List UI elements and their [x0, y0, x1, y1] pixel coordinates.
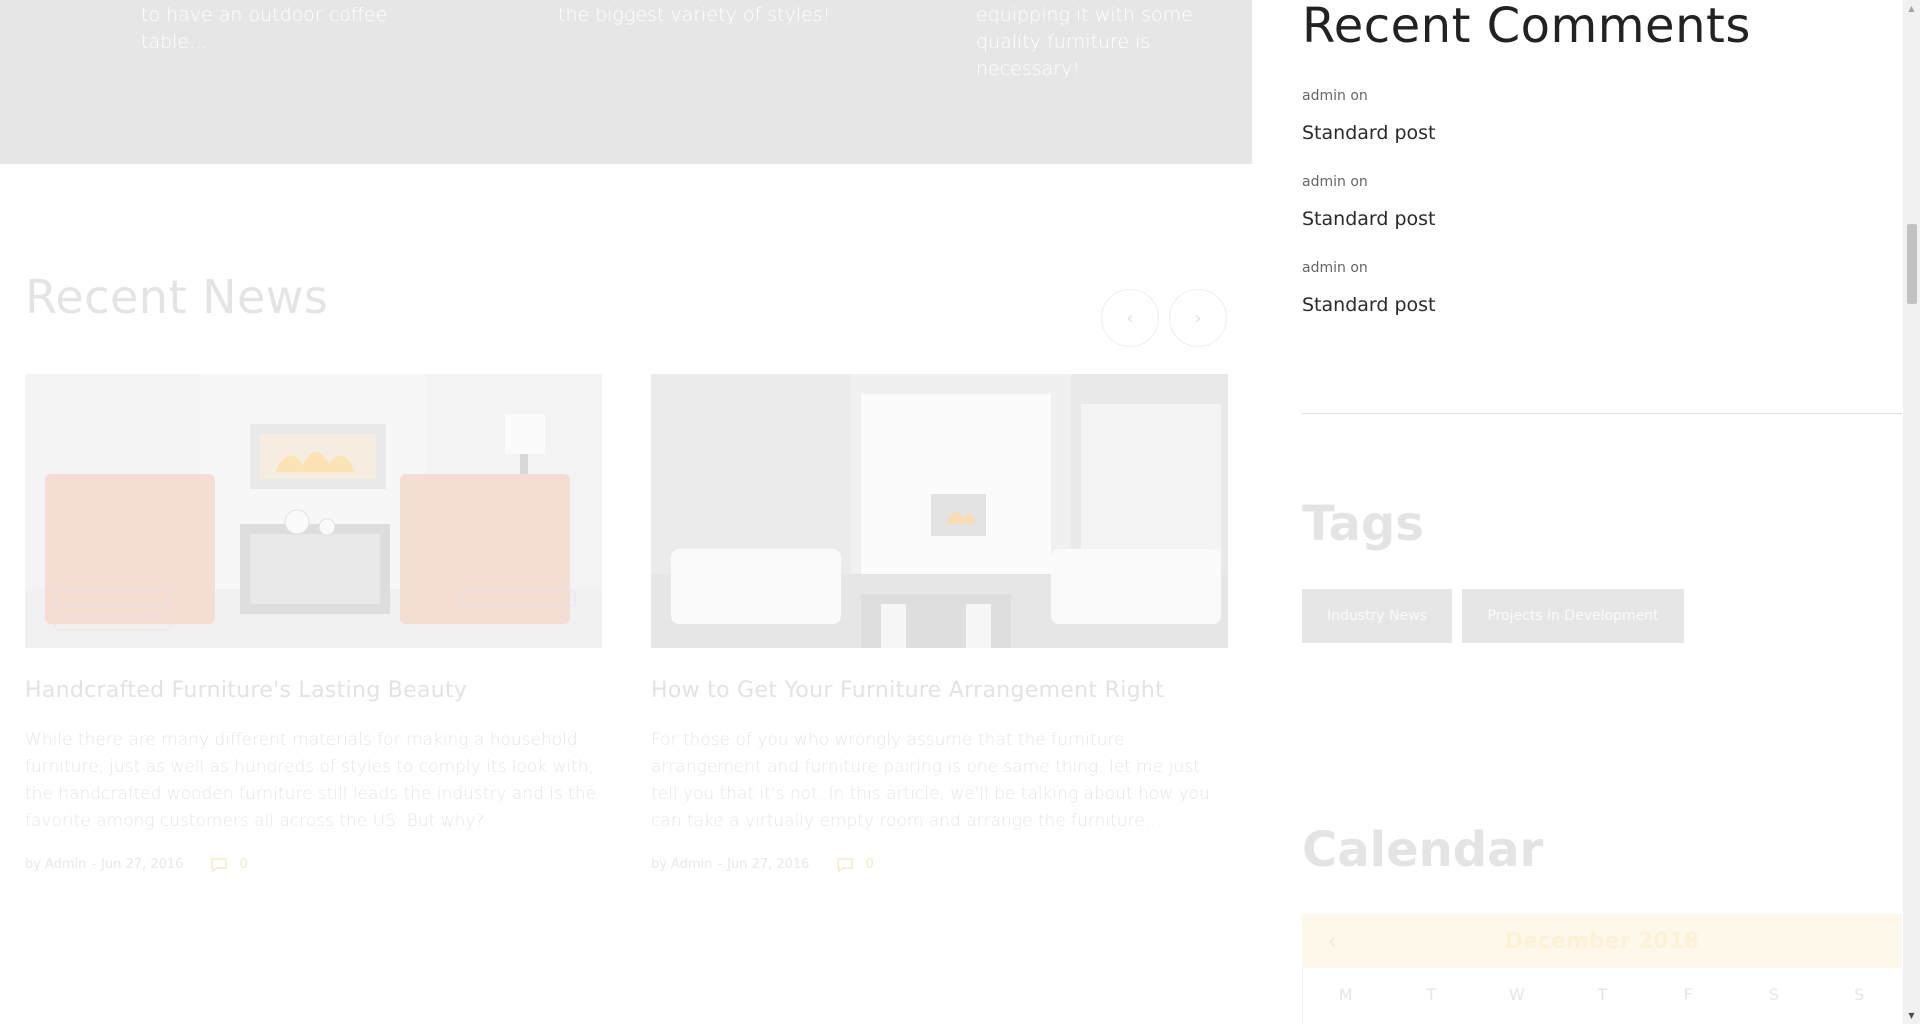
scroll-thumb[interactable] — [1907, 224, 1917, 304]
news-card: How to Get Your Furniture Arrangement Ri… — [651, 374, 1228, 872]
featured-text: equipping it with some quality furniture… — [976, 4, 1193, 80]
comment-icon[interactable] — [837, 857, 854, 872]
recent-comments-heading: Recent Comments — [1302, 0, 1751, 54]
news-card-excerpt: While there are many different materials… — [25, 730, 597, 831]
calendar-prev-month-icon[interactable]: ‹ — [1328, 929, 1336, 953]
calendar-heading: Calendar — [1302, 822, 1544, 878]
featured-text: to have an outdoor coffee table... — [141, 4, 388, 53]
page-scrollbar[interactable]: ▲ ▼ — [1903, 0, 1920, 1024]
weekday-label: W — [1509, 985, 1525, 1004]
comment-post-link[interactable]: Standard post — [1302, 294, 1436, 316]
weekday-label: T — [1597, 985, 1608, 1004]
calendar-month-label: December 2018 — [1504, 928, 1700, 954]
featured-text: the biggest variety of styles! — [558, 4, 831, 26]
comment-count[interactable]: 0 — [239, 857, 247, 872]
comment-meta: admin on — [1302, 88, 1436, 104]
comment-author: admin — [1302, 260, 1346, 276]
chevron-left-icon: ‹ — [1126, 307, 1134, 329]
comment-icon[interactable] — [211, 857, 228, 872]
weekday-label: T — [1426, 985, 1437, 1004]
news-next-button[interactable]: › — [1169, 289, 1227, 347]
news-card-image[interactable] — [25, 374, 602, 648]
scroll-up-arrow-icon[interactable]: ▲ — [1903, 0, 1920, 17]
comment-post-link[interactable]: Standard post — [1302, 122, 1436, 144]
meta-date[interactable]: Jun 27, 2016 — [727, 857, 809, 872]
comment-on-label: on — [1350, 260, 1368, 276]
meta-separator: - — [91, 857, 97, 872]
news-card-image[interactable] — [651, 374, 1228, 648]
comment-author: admin — [1302, 88, 1346, 104]
news-prev-button[interactable]: ‹ — [1101, 289, 1159, 347]
scroll-down-arrow-icon[interactable]: ▼ — [1903, 1007, 1920, 1024]
news-card-excerpt: For those of you who wrongly assume that… — [651, 730, 1210, 831]
living-room-image — [25, 374, 602, 648]
news-card-title[interactable]: Handcrafted Furniture's Lasting Beauty — [25, 678, 602, 703]
weekday-label: S — [1854, 985, 1865, 1004]
comment-item: admin on Standard post — [1302, 88, 1436, 144]
tag-industry-news[interactable]: Industry News — [1302, 589, 1452, 643]
meta-separator: - — [717, 857, 723, 872]
meta-author-link[interactable]: Admin — [671, 857, 712, 872]
comment-meta: admin on — [1302, 260, 1436, 276]
tags-heading: Tags — [1302, 496, 1424, 552]
comment-item: admin on Standard post — [1302, 174, 1436, 230]
news-card-meta: by Admin - Jun 27, 2016 0 — [25, 857, 602, 872]
comment-item: admin on Standard post — [1302, 260, 1436, 316]
comment-author: admin — [1302, 174, 1346, 190]
featured-strip: to have an outdoor coffee table... the b… — [0, 0, 1252, 164]
news-card-title[interactable]: How to Get Your Furniture Arrangement Ri… — [651, 678, 1228, 703]
meta-by-label: by — [651, 857, 667, 872]
calendar-weekdays: M T W T F S S — [1302, 968, 1902, 1024]
meta-author-link[interactable]: Admin — [45, 857, 86, 872]
news-card-meta: by Admin - Jun 27, 2016 0 — [651, 857, 1228, 872]
comment-meta: admin on — [1302, 174, 1436, 190]
weekday-label: F — [1683, 985, 1693, 1004]
news-card: Handcrafted Furniture's Lasting Beauty W… — [25, 374, 602, 872]
meta-date[interactable]: Jun 27, 2016 — [101, 857, 183, 872]
comment-on-label: on — [1350, 174, 1368, 190]
calendar-header: ‹ December 2018 — [1302, 914, 1902, 968]
comment-on-label: on — [1350, 88, 1368, 104]
meta-by-label: by — [25, 857, 41, 872]
living-room-image — [651, 374, 1228, 648]
sidebar-divider — [1302, 413, 1902, 414]
recent-news-heading: Recent News — [25, 270, 329, 324]
weekday-label: S — [1768, 985, 1779, 1004]
weekday-label: M — [1338, 985, 1353, 1004]
tag-projects-in-development[interactable]: Projects in Development — [1462, 589, 1684, 643]
chevron-right-icon: › — [1194, 307, 1202, 329]
comment-count[interactable]: 0 — [865, 857, 873, 872]
comment-post-link[interactable]: Standard post — [1302, 208, 1436, 230]
